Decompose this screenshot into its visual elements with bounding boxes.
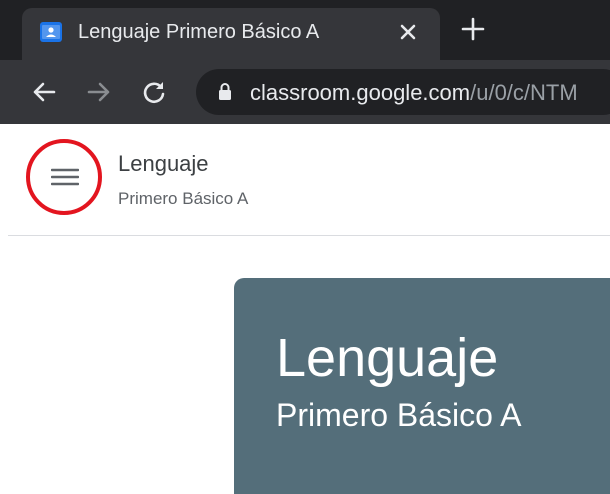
arrow-right-icon[interactable] (85, 78, 113, 106)
close-icon[interactable] (394, 18, 422, 46)
arrow-left-icon[interactable] (30, 78, 58, 106)
banner-subtitle: Primero Básico A (276, 397, 522, 433)
url-host: classroom.google.com (250, 80, 471, 105)
classroom-header: Lenguaje Primero Básico A (0, 124, 610, 236)
tab-title: Lenguaje Primero Básico A (78, 21, 320, 43)
main-menu-button[interactable] (26, 139, 102, 215)
lock-icon[interactable] (218, 82, 232, 102)
class-title[interactable]: Lenguaje (118, 150, 209, 178)
screen: Lenguaje Primero Básico A classroom.goog… (0, 0, 610, 494)
classroom-icon (40, 22, 62, 42)
url-text: classroom.google.com/u/0/c/NTM (250, 80, 578, 106)
reload-icon[interactable] (140, 78, 168, 106)
browser-toolbar: classroom.google.com/u/0/c/NTM (0, 60, 610, 124)
browser-tabstrip: Lenguaje Primero Básico A (0, 0, 610, 60)
class-banner: Lenguaje Primero Básico A (234, 278, 610, 494)
plus-icon[interactable] (460, 16, 486, 42)
header-divider (8, 235, 610, 236)
class-section: Primero Básico A (118, 189, 249, 208)
address-bar[interactable]: classroom.google.com/u/0/c/NTM (196, 69, 610, 115)
browser-tab[interactable]: Lenguaje Primero Básico A (22, 8, 440, 60)
url-path: /u/0/c/NTM (470, 80, 578, 105)
banner-title[interactable]: Lenguaje (276, 326, 498, 390)
hamburger-menu-icon[interactable] (50, 167, 80, 187)
